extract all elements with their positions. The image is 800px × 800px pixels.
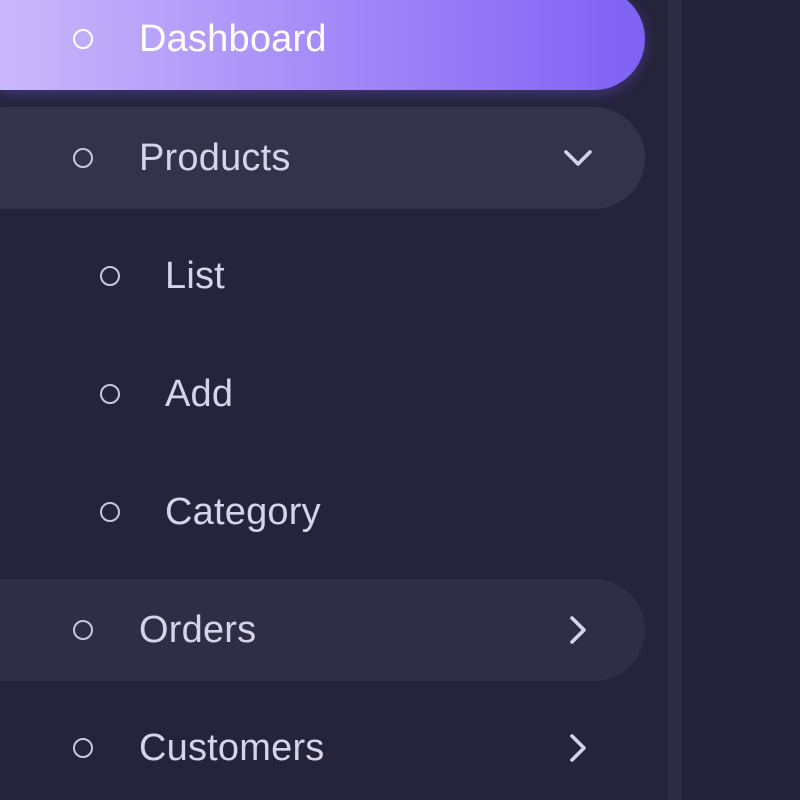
sidebar-subitem-add[interactable]: Add	[0, 343, 645, 445]
sidebar-item-customers[interactable]: Customers	[0, 697, 645, 799]
sidebar-item-dashboard[interactable]: Dashboard	[0, 0, 645, 90]
circle-icon	[73, 29, 93, 49]
chevron-right-icon	[570, 616, 586, 644]
main-content	[682, 0, 800, 800]
sidebar-item-label: Customers	[139, 727, 325, 769]
sidebar-item-label: Orders	[139, 609, 257, 651]
chevron-right-icon	[570, 734, 586, 762]
sidebar-subitem-label: Add	[165, 373, 234, 415]
circle-icon	[100, 266, 120, 286]
chevron-down-icon	[564, 150, 592, 166]
app-window: Dashboard Products List Add Category Ord…	[0, 0, 800, 800]
sidebar-item-orders[interactable]: Orders	[0, 579, 645, 681]
sidebar-subitem-category[interactable]: Category	[0, 461, 645, 563]
sidebar-nav: Dashboard Products List Add Category Ord…	[0, 0, 668, 800]
sidebar-divider[interactable]	[668, 0, 682, 800]
sidebar-subitem-list[interactable]: List	[0, 225, 645, 327]
circle-icon	[100, 502, 120, 522]
circle-icon	[73, 620, 93, 640]
circle-icon	[73, 148, 93, 168]
circle-icon	[73, 738, 93, 758]
sidebar-item-products[interactable]: Products	[0, 107, 645, 209]
sidebar-item-label: Products	[139, 137, 291, 179]
sidebar-subitem-label: Category	[165, 491, 321, 533]
sidebar-subitem-label: List	[165, 255, 225, 297]
sidebar-item-label: Dashboard	[139, 18, 327, 60]
circle-icon	[100, 384, 120, 404]
